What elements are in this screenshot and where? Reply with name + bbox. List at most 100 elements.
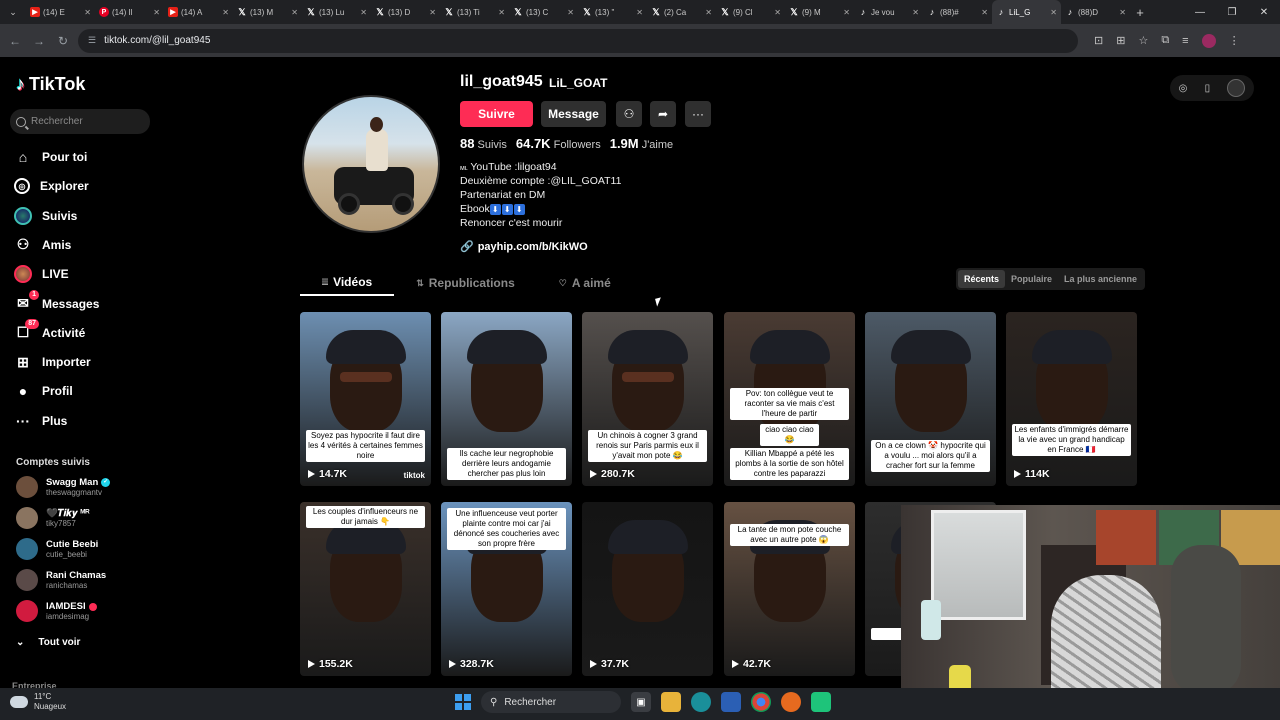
profile-link[interactable]: 🔗 payhip.com/b/KikWO [460, 240, 588, 254]
site-info-icon[interactable]: ☰ [88, 35, 96, 46]
tab-close-icon[interactable]: ✕ [981, 8, 988, 17]
taskbar-search-input[interactable]: ⚲ Rechercher [481, 691, 621, 713]
device-icon[interactable]: ▯ [1205, 83, 1211, 94]
translate-icon[interactable]: ⊡ [1094, 34, 1103, 47]
tab-close-icon[interactable]: ✕ [1050, 8, 1057, 17]
browser-tab[interactable]: ▶ (14) E ✕ [26, 0, 95, 24]
tab-close-icon[interactable]: ✕ [774, 8, 781, 17]
see-all-link[interactable]: ⌄ Tout voir [16, 637, 80, 648]
tab-close-icon[interactable]: ✕ [705, 8, 712, 17]
store-icon[interactable] [721, 692, 741, 712]
sidebar-item-messages[interactable]: ✉ 1 Messages [14, 289, 99, 316]
tab-close-icon[interactable]: ✕ [84, 8, 91, 17]
app-icon[interactable] [811, 692, 831, 712]
browser-tab[interactable]: P (14) Il ✕ [95, 0, 164, 24]
file-explorer-icon[interactable] [661, 692, 681, 712]
tab-close-icon[interactable]: ✕ [498, 8, 505, 17]
bookmark-star-icon[interactable]: ☆ [1138, 34, 1148, 47]
media-icon[interactable]: ≡ [1182, 35, 1188, 47]
browser-tab[interactable]: ♪ (88)# ✕ [923, 0, 992, 24]
tab-close-icon[interactable]: ✕ [636, 8, 643, 17]
browser-tab[interactable]: ♪ (88)D ✕ [1061, 0, 1130, 24]
browser-tab[interactable]: ▶ (14) A ✕ [164, 0, 233, 24]
user-avatar[interactable] [1227, 79, 1246, 97]
firefox-icon[interactable] [781, 692, 801, 712]
follow-button[interactable]: Suivre [460, 101, 533, 127]
browser-tab[interactable]: ♪ LiL_G ✕ [992, 0, 1061, 24]
extensions-icon[interactable]: ⧉ [1161, 34, 1169, 47]
video-card[interactable]: 37.7K [582, 502, 713, 676]
reload-icon[interactable]: ↻ [54, 32, 72, 50]
browser-tab[interactable]: 𝕏 (13) M ✕ [233, 0, 302, 24]
video-card[interactable]: Ils cache leur negrophobie derrière leur… [441, 312, 572, 486]
following-item[interactable]: Rani Chamas ranichamas [16, 569, 106, 591]
more-options-icon[interactable]: ··· [685, 101, 711, 127]
windows-start-icon[interactable] [455, 694, 471, 710]
address-input[interactable]: ☰ tiktok.com/@lil_goat945 [78, 28, 1078, 53]
sort-option[interactable]: La plus ancienne [1058, 270, 1143, 288]
tab-close-icon[interactable]: ✕ [843, 8, 850, 17]
maximize-icon[interactable]: ❐ [1216, 0, 1248, 24]
profile-avatar[interactable] [302, 95, 440, 233]
stat-following[interactable]: 88 Suivis [460, 136, 507, 151]
tab-close-icon[interactable]: ✕ [567, 8, 574, 17]
tab-aaim[interactable]: ♡ A aimé [537, 270, 633, 296]
browser-tab[interactable]: 𝕏 (13) Lu ✕ [302, 0, 371, 24]
stat-followers[interactable]: 64.7K Followers [516, 136, 601, 151]
video-card[interactable]: La tante de mon pote couche avec un autr… [724, 502, 855, 676]
following-item[interactable]: Swagg Man ✓ theswaggmantv [16, 476, 111, 498]
menu-icon[interactable]: ⋮ [1229, 34, 1240, 47]
sidebar-search-input[interactable]: Rechercher [10, 109, 150, 134]
tab-republications[interactable]: ⇅ Republications [394, 270, 537, 296]
tab-close-icon[interactable]: ✕ [222, 8, 229, 17]
forward-icon[interactable]: → [30, 32, 48, 50]
browser-tab[interactable]: 𝕏 (13) C ✕ [509, 0, 578, 24]
tab-close-icon[interactable]: ✕ [429, 8, 436, 17]
video-card[interactable]: Les couples d'influenceurs ne dur jamais… [300, 502, 431, 676]
sort-option[interactable]: Populaire [1005, 270, 1058, 288]
browser-tab[interactable]: 𝕏 (13) Ti ✕ [440, 0, 509, 24]
following-item[interactable]: IAMDESI iamdesimag [16, 600, 97, 622]
video-card[interactable]: Soyez pas hypocrite il faut dire les 4 v… [300, 312, 431, 486]
sidebar-item-live[interactable]: LIVE [14, 262, 69, 286]
browser-tab[interactable]: 𝕏 (13) " ✕ [578, 0, 647, 24]
sidebar-item-amis[interactable]: ⚇ Amis [14, 233, 72, 257]
following-item[interactable]: Cutie Beebi cutie_beebi [16, 538, 98, 560]
add-friend-icon[interactable]: ⚇ [616, 101, 642, 127]
tab-close-icon[interactable]: ✕ [360, 8, 367, 17]
sidebar-item-suivis[interactable]: Suivis [14, 204, 77, 228]
browser-tab[interactable]: 𝕏 (2) Ca ✕ [647, 0, 716, 24]
edge-icon[interactable] [691, 692, 711, 712]
message-button[interactable]: Message [541, 101, 606, 127]
video-card[interactable]: Pov: ton collègue veut te raconter sa vi… [724, 312, 855, 486]
browser-tab[interactable]: 𝕏 (9) Cl ✕ [716, 0, 785, 24]
video-card[interactable]: Une influenceuse veut porter plainte con… [441, 502, 572, 676]
tab-search-chevron-icon[interactable]: ⌄ [0, 0, 26, 24]
tab-close-icon[interactable]: ✕ [1119, 8, 1126, 17]
tiktok-logo[interactable]: ♪ TikTok [16, 74, 85, 95]
video-card[interactable]: Les enfants d'immigrés démarre la vie av… [1006, 312, 1137, 486]
share-icon[interactable]: ➦ [650, 101, 676, 127]
task-view-icon[interactable]: ▣ [631, 692, 651, 712]
new-tab-button[interactable]: + [1130, 5, 1150, 20]
tab-vidos[interactable]: ⦙⦙⦙ Vidéos [300, 270, 395, 296]
tab-close-icon[interactable]: ✕ [291, 8, 298, 17]
weather-widget[interactable]: 11°C Nuageux [10, 692, 66, 712]
tab-close-icon[interactable]: ✕ [153, 8, 160, 17]
install-icon[interactable]: ⊞ [1116, 34, 1125, 47]
sidebar-item-plus[interactable]: ··· Plus [14, 409, 67, 433]
tab-close-icon[interactable]: ✕ [912, 8, 919, 17]
browser-tab[interactable]: ♪ Je vou ✕ [854, 0, 923, 24]
following-item[interactable]: 🖤𝑻𝒊𝒌𝒚 ᴹᴿ tiky7857 [16, 507, 90, 529]
sidebar-item-activit[interactable]: ☐ 87 Activité [14, 318, 85, 345]
browser-tab[interactable]: 𝕏 (13) D ✕ [371, 0, 440, 24]
sort-option[interactable]: Récents [958, 270, 1006, 288]
minimize-icon[interactable]: — [1184, 0, 1216, 24]
chrome-icon[interactable] [751, 692, 771, 712]
sidebar-item-explorer[interactable]: ◎ Explorer [14, 174, 89, 198]
coins-icon[interactable]: ◎ [1179, 83, 1188, 94]
sidebar-item-pourtoi[interactable]: ⌂ Pour toi [14, 145, 88, 169]
video-card[interactable]: On a ce clown 🤡 hypocrite qui a voulu ..… [865, 312, 996, 486]
video-card[interactable]: Un chinois à cogner 3 grand renois sur P… [582, 312, 713, 486]
close-window-icon[interactable]: ✕ [1248, 0, 1280, 24]
